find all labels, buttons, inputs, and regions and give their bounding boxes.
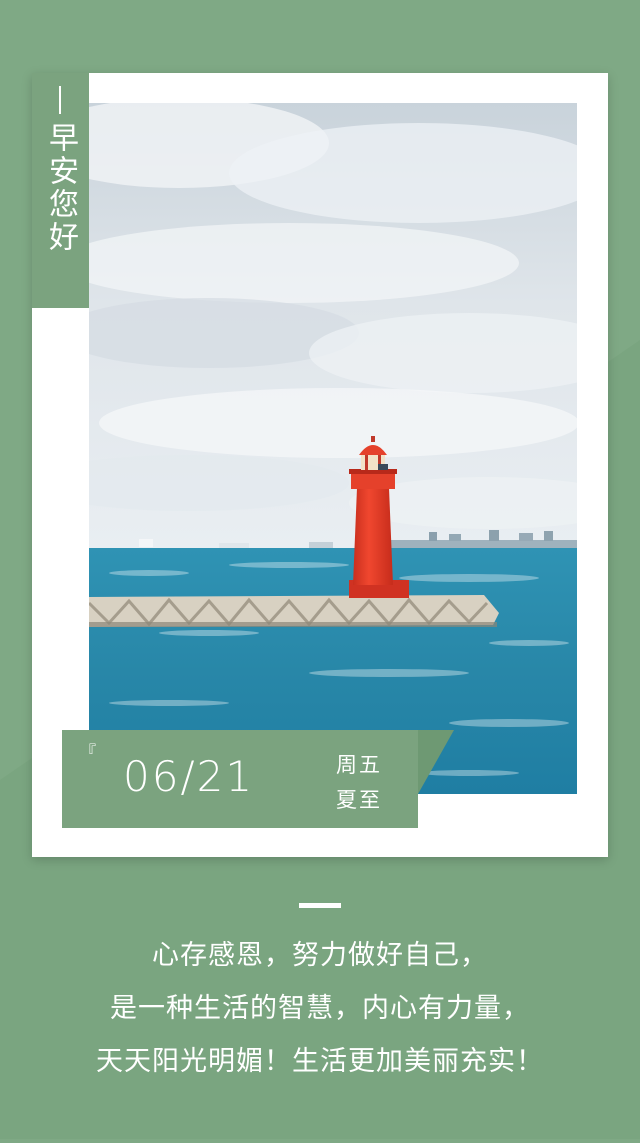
quote-line-1: 心存感恩，努力做好自己， xyxy=(152,940,488,971)
date-text: 06/21 xyxy=(123,752,255,801)
date-banner-fold xyxy=(418,730,454,794)
quote-line-2: 是一种生活的智慧，内心有力量， xyxy=(110,993,530,1024)
greeting-label: 早安您好 xyxy=(43,122,78,254)
date-quote-mark: 『 xyxy=(80,742,97,761)
lighthouse-photo xyxy=(89,103,577,794)
greeting-dash xyxy=(59,86,61,114)
solar-term-label: 夏至 xyxy=(336,788,382,812)
weekday-label: 周五 xyxy=(336,753,382,777)
quote-divider xyxy=(299,903,341,908)
quote-line-3: 天天阳光明媚！生活更加美丽充实！ xyxy=(96,1046,544,1077)
